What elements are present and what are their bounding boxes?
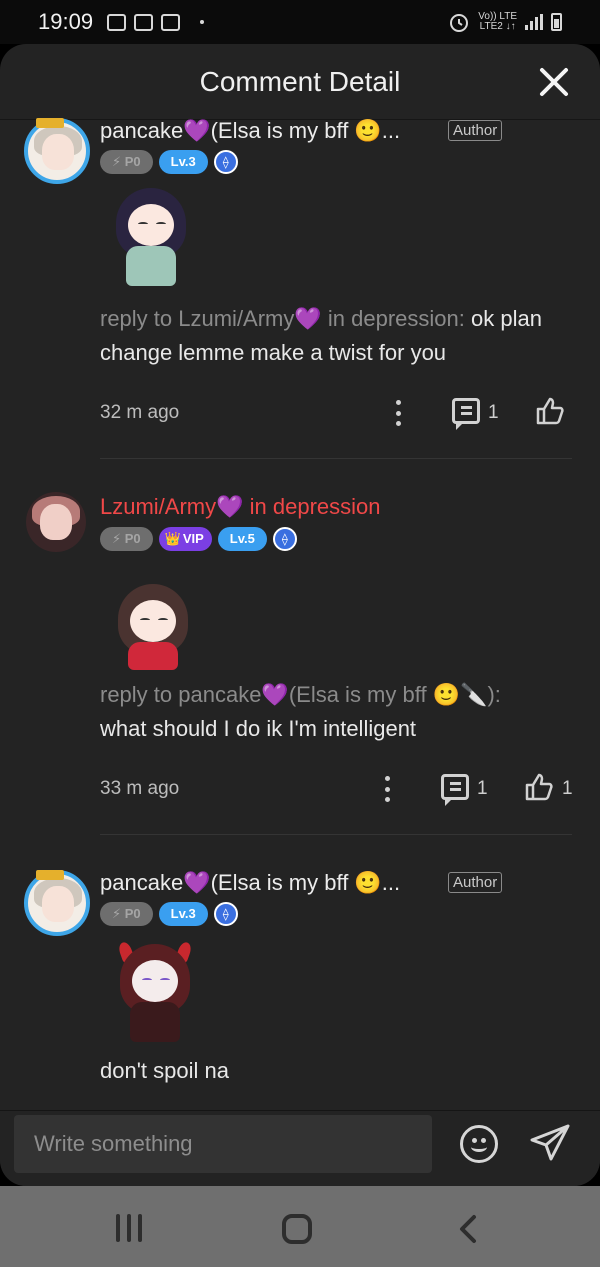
reply-icon[interactable] xyxy=(441,774,469,806)
comment-username[interactable]: pancake💜(Elsa is my bff 🙂... xyxy=(100,870,400,896)
like-icon[interactable] xyxy=(524,772,554,802)
level-badge: Lv.5 xyxy=(217,527,267,551)
comment-input-bar xyxy=(0,1110,600,1186)
system-nav-bar xyxy=(0,1186,600,1267)
level-badge: Lv.3 xyxy=(158,150,208,174)
like-icon[interactable] xyxy=(535,396,565,426)
network-line-2: LTE2 ↓↑ xyxy=(479,21,516,32)
status-time: 19:09 xyxy=(38,9,94,34)
reply-count: 1 xyxy=(488,402,499,423)
vip-crown-icon: 👑 xyxy=(164,531,181,546)
comment-time: 33 m ago xyxy=(100,778,180,799)
level-badge: Lv.3 xyxy=(158,902,208,926)
system-status-icons: Vo)) LTE LTE2 ↓↑ xyxy=(448,11,562,33)
eth-badge-icon: ⟠ xyxy=(213,902,238,926)
more-options-icon[interactable] xyxy=(385,776,391,802)
comment-input[interactable] xyxy=(14,1115,432,1173)
comment-body: don't spoil na xyxy=(100,1054,580,1088)
sticker-image[interactable] xyxy=(108,188,194,288)
avatar-crown-badge xyxy=(36,870,64,880)
eth-badge-icon: ⟠ xyxy=(213,150,238,174)
star-notification-icon xyxy=(161,13,181,31)
notification-icons xyxy=(107,13,205,31)
reply-icon[interactable] xyxy=(452,398,480,430)
reply-count: 1 xyxy=(477,778,488,799)
eth-badge-icon: ⟠ xyxy=(272,527,297,551)
close-icon[interactable] xyxy=(538,66,570,98)
author-tag: Author xyxy=(448,120,503,141)
user-badges: ⚡ P0 Lv.3 ⟠ xyxy=(100,902,238,926)
comment-divider xyxy=(100,458,572,459)
like-count: 1 xyxy=(562,778,573,799)
reply-prefix[interactable]: reply to pancake💜(Elsa is my bff 🙂🔪): xyxy=(100,682,501,707)
reply-prefix[interactable]: reply to Lzumi/Army💜 in depression: xyxy=(100,306,471,331)
vip-label: VIP xyxy=(182,531,204,546)
network-indicator: Vo)) LTE LTE2 ↓↑ xyxy=(478,12,517,32)
avatar[interactable] xyxy=(26,492,86,552)
comment-time: 32 m ago xyxy=(100,402,180,423)
comment-text: don't spoil na xyxy=(100,1058,229,1083)
recent-apps-icon[interactable] xyxy=(116,1214,142,1242)
send-icon[interactable] xyxy=(528,1123,572,1163)
sheet-header: Comment Detail xyxy=(0,44,600,120)
sticker-image[interactable] xyxy=(112,940,198,1044)
page-title: Comment Detail xyxy=(199,66,401,97)
user-badges: ⚡ P0 👑 VIP Lv.5 ⟠ xyxy=(100,527,297,551)
more-options-icon[interactable] xyxy=(396,400,402,426)
comment-input-container xyxy=(14,1115,432,1173)
avatar-crown-badge xyxy=(36,118,64,128)
sticker-image[interactable] xyxy=(110,584,196,684)
author-tag: Author xyxy=(448,872,503,893)
po-badge: ⚡ P0 xyxy=(100,150,153,174)
comment-body: reply to Lzumi/Army💜 in depression: ok p… xyxy=(100,302,580,370)
battery-icon xyxy=(551,13,562,31)
app-notification-icon xyxy=(134,13,154,31)
comment-username[interactable]: Lzumi/Army💜 in depression xyxy=(100,494,381,520)
po-badge: ⚡ P0 xyxy=(100,902,153,926)
gallery-notification-icon xyxy=(107,13,127,31)
emoji-icon[interactable] xyxy=(460,1125,498,1163)
comment-username[interactable]: pancake💜(Elsa is my bff 🙂... xyxy=(100,118,400,144)
more-notifications-icon xyxy=(200,20,205,24)
comment-text: what should I do ik I'm intelligent xyxy=(100,716,417,741)
comment-body: reply to pancake💜(Elsa is my bff 🙂🔪): wha… xyxy=(100,678,580,746)
comment-divider xyxy=(100,834,572,835)
vip-badge: 👑 VIP xyxy=(158,527,212,551)
user-badges: ⚡ P0 Lv.3 ⟠ xyxy=(100,150,238,174)
alarm-icon xyxy=(450,14,469,32)
status-bar: 19:09 Vo)) LTE LTE2 ↓↑ xyxy=(0,0,600,44)
back-icon[interactable] xyxy=(458,1214,478,1244)
po-badge: ⚡ P0 xyxy=(100,527,153,551)
comment-detail-sheet: Comment Detail pancake💜(Elsa is my bff 🙂… xyxy=(0,44,600,1186)
home-icon[interactable] xyxy=(282,1214,312,1244)
signal-icon xyxy=(525,14,543,30)
